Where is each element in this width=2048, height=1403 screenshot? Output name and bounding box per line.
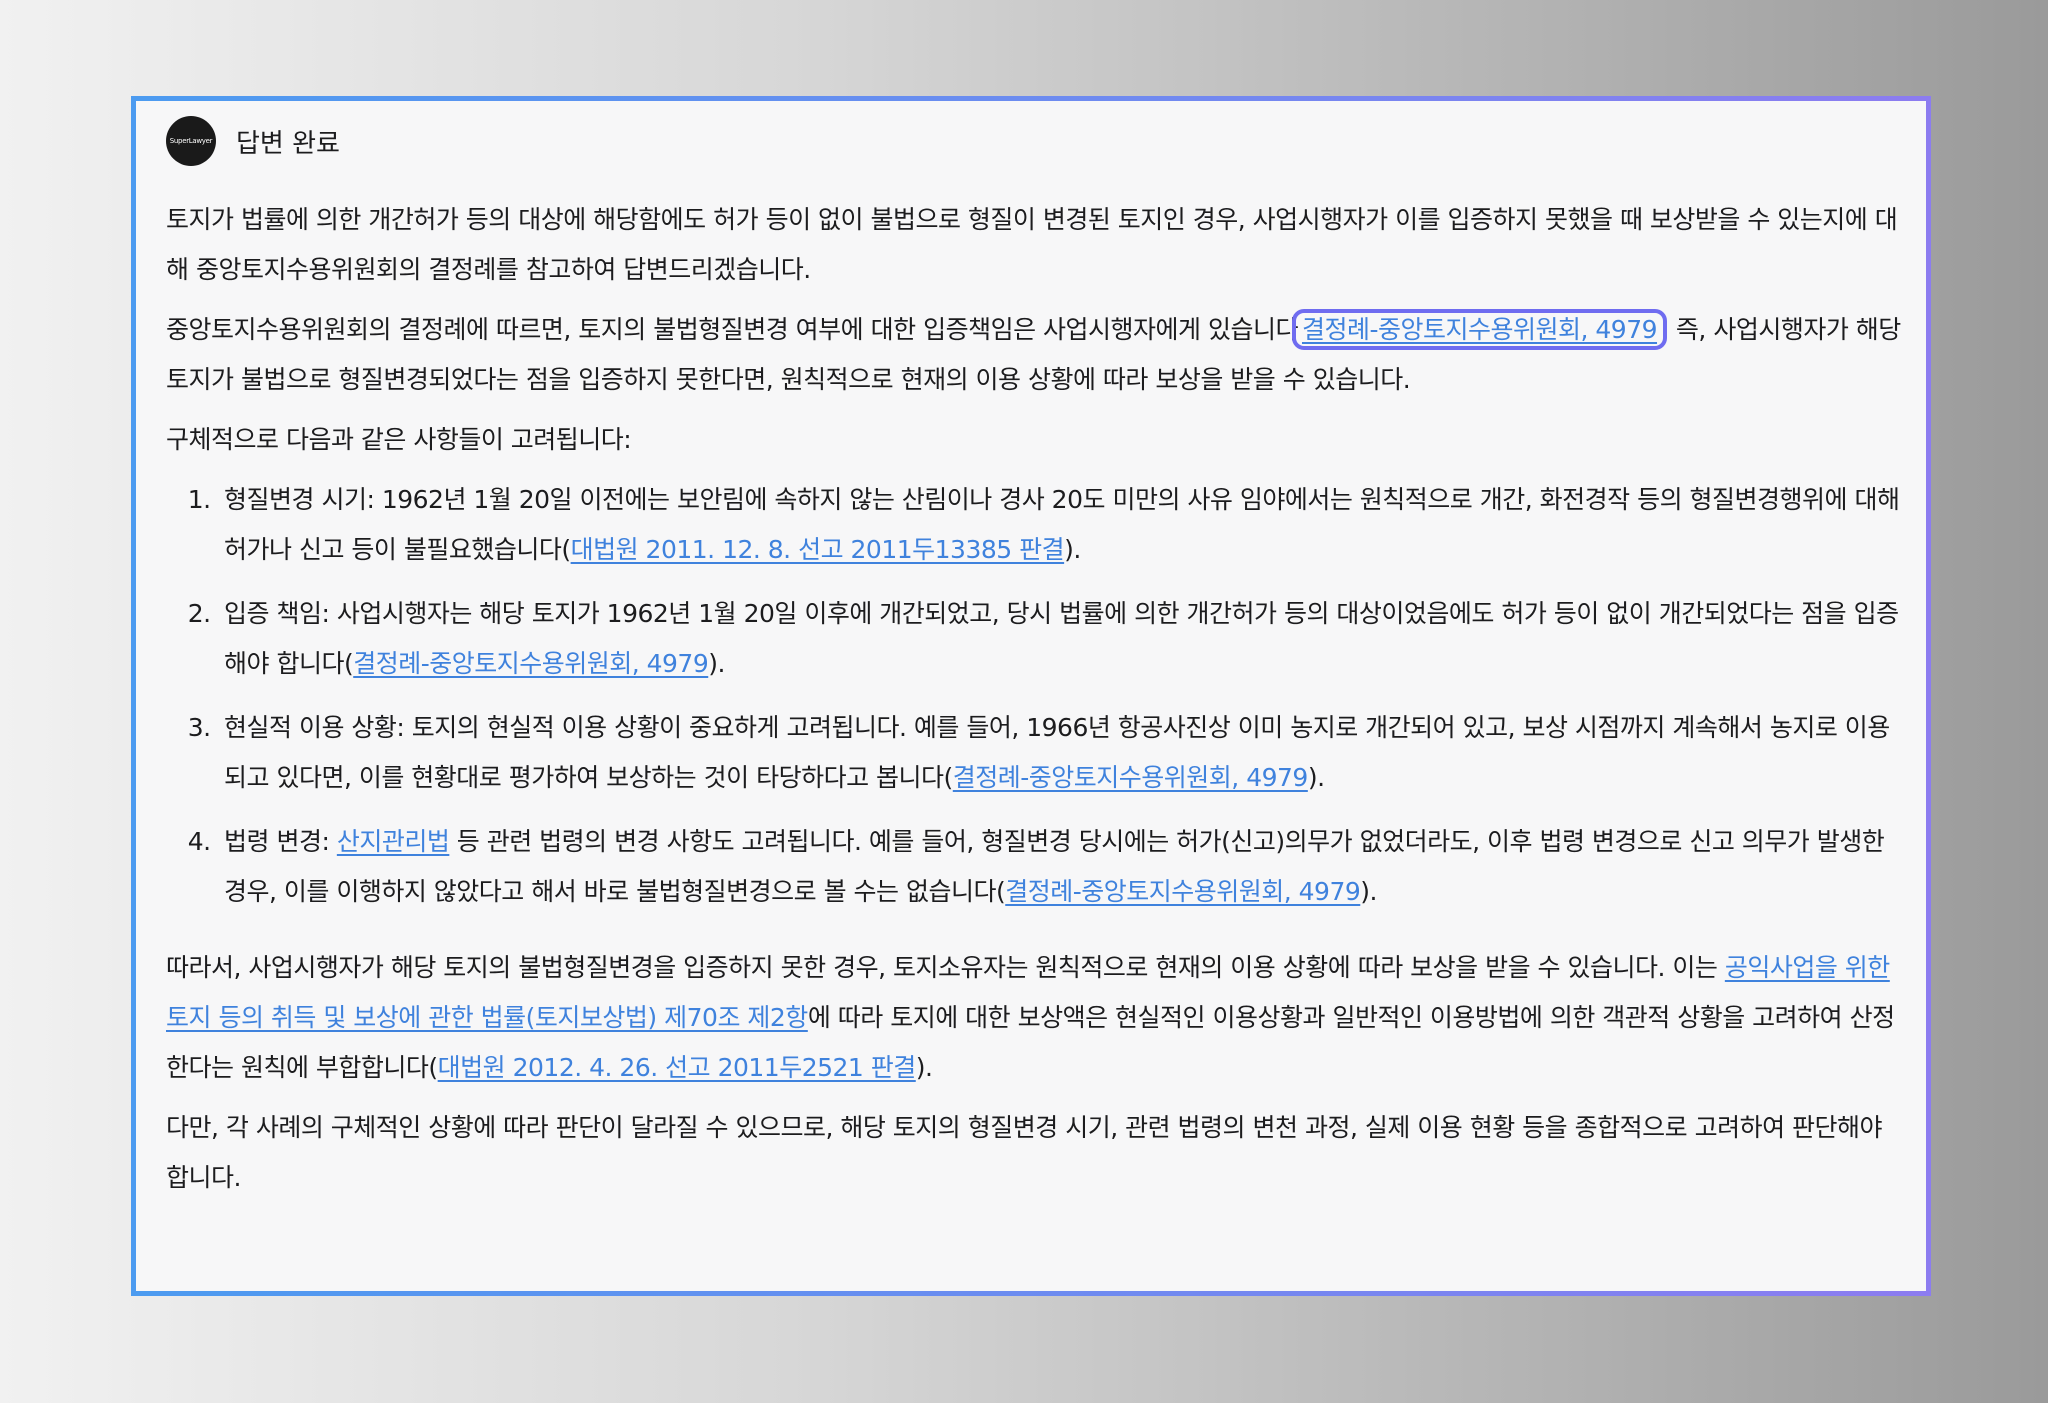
citation-link[interactable]: 대법원 2011. 12. 8. 선고 2011두13385 판결: [571, 535, 1065, 564]
list-item: 법령 변경: 산지관리법 등 관련 법령의 변경 사항도 고려됩니다. 예를 들…: [218, 817, 1908, 917]
paragraph-text: 따라서, 사업시행자가 해당 토지의 불법형질변경을 입증하지 못한 경우, 토…: [166, 953, 1725, 982]
citation-link[interactable]: 대법원 2012. 4. 26. 선고 2011두2521 판결: [438, 1053, 917, 1082]
considerations-intro: 구체적으로 다음과 같은 사항들이 고려됩니다:: [166, 425, 632, 454]
list-item: 현실적 이용 상황: 토지의 현실적 이용 상황이 중요하게 고려됩니다. 예를…: [218, 703, 1908, 803]
item-text: ).: [708, 649, 725, 678]
answer-body: 토지가 법률에 의한 개간허가 등의 대상에 해당함에도 허가 등이 없이 불법…: [166, 195, 1908, 1203]
conclusion-paragraph: 따라서, 사업시행자가 해당 토지의 불법형질변경을 입증하지 못한 경우, 토…: [166, 943, 1908, 1093]
citation-link[interactable]: 결정례-중앙토지수용위원회, 4979: [1005, 877, 1361, 906]
answer-header: SuperLawyer 답변 완료: [166, 113, 1908, 169]
item-text: 법령 변경:: [224, 827, 337, 856]
considerations-list: 형질변경 시기: 1962년 1월 20일 이전에는 보안림에 속하지 않는 산…: [166, 475, 1908, 917]
intro-paragraph: 토지가 법률에 의한 개간허가 등의 대상에 해당함에도 허가 등이 없이 불법…: [166, 205, 1898, 284]
list-item: 형질변경 시기: 1962년 1월 20일 이전에는 보안림에 속하지 않는 산…: [218, 475, 1908, 575]
citation-link[interactable]: 결정례-중앙토지수용위원회, 4979: [953, 763, 1309, 792]
paragraph-text: ).: [915, 1053, 933, 1082]
status-label: 답변 완료: [236, 128, 340, 159]
citation-link[interactable]: 결정례-중앙토지수용위원회, 4979: [1291, 309, 1668, 350]
item-text: ).: [1360, 877, 1377, 906]
item-text: ).: [1064, 535, 1081, 564]
law-link[interactable]: 산지관리법: [337, 827, 450, 856]
list-item: 입증 책임: 사업시행자는 해당 토지가 1962년 1월 20일 이후에 개간…: [218, 589, 1908, 689]
avatar: SuperLawyer: [166, 116, 216, 166]
item-text: ).: [1307, 763, 1325, 792]
paragraph-text: 중앙토지수용위원회의 결정례에 따르면, 토지의 불법형질변경 여부에 대한 입…: [166, 315, 1298, 344]
citation-link[interactable]: 결정례-중앙토지수용위원회, 4979: [353, 649, 709, 678]
responsibility-paragraph: 중앙토지수용위원회의 결정례에 따르면, 토지의 불법형질변경 여부에 대한 입…: [166, 305, 1908, 405]
answer-card: SuperLawyer 답변 완료 토지가 법률에 의한 개간허가 등의 대상에…: [131, 96, 1931, 1296]
final-paragraph: 다만, 각 사례의 구체적인 상황에 따라 판단이 달라질 수 있으므로, 해당…: [166, 1113, 1883, 1192]
